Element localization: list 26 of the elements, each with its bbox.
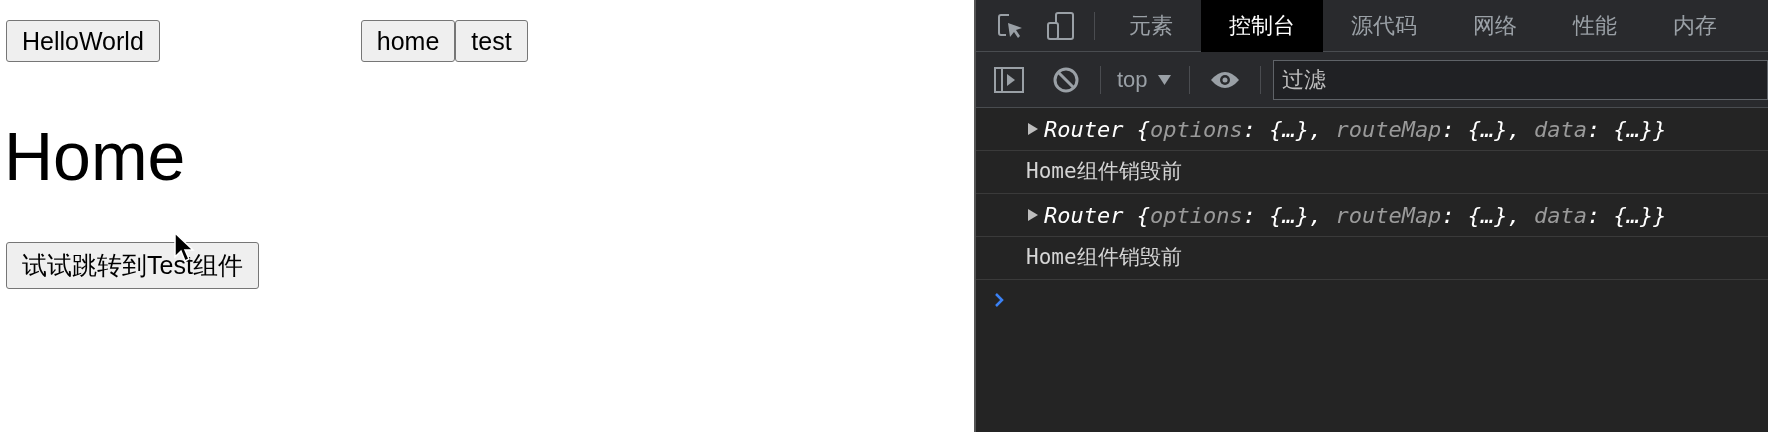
navigate-button[interactable]: 试试跳转到Test组件 <box>6 242 259 289</box>
inspect-element-icon[interactable] <box>996 11 1024 40</box>
log-object: Router {options: {…}, routeMap: {…}, data: {…}} <box>1044 115 1667 144</box>
expand-triangle-icon[interactable] <box>1028 209 1038 221</box>
nav-button[interactable]: home <box>360 20 456 62</box>
page-heading: Home <box>4 122 187 190</box>
devtools-tab[interactable]: 性能 <box>1545 0 1645 52</box>
log-message: Home组件销毁前 <box>1026 158 1182 186</box>
filter-field[interactable]: 过滤 <box>1272 59 1768 100</box>
context-dropdown[interactable]: top <box>1117 63 1171 96</box>
devtools-tab[interactable]: 元素 <box>1101 0 1201 52</box>
sidebar-toggle-icon[interactable] <box>994 66 1024 93</box>
devtools-tab[interactable]: 源代码 <box>1323 0 1445 52</box>
devtools-tab[interactable]: 内存 <box>1645 0 1745 52</box>
log-object: Router {options: {…}, routeMap: {…}, data: {…}} <box>1044 201 1667 230</box>
devtools-tab[interactable]: 网络 <box>1445 0 1545 52</box>
nav-button[interactable]: test <box>455 20 528 62</box>
devtools-tab[interactable]: 控制台 <box>1201 0 1323 52</box>
log-message: Home组件销毁前 <box>1026 244 1182 272</box>
prompt-chevron-icon <box>994 293 1004 307</box>
clear-console-icon[interactable] <box>1052 65 1080 94</box>
dropdown-caret-icon <box>1157 74 1171 85</box>
expand-triangle-icon[interactable] <box>1028 123 1038 135</box>
device-toolbar-icon[interactable] <box>1046 10 1076 41</box>
nav-button[interactable]: HelloWorld <box>6 20 160 62</box>
eye-icon[interactable] <box>1209 69 1240 90</box>
